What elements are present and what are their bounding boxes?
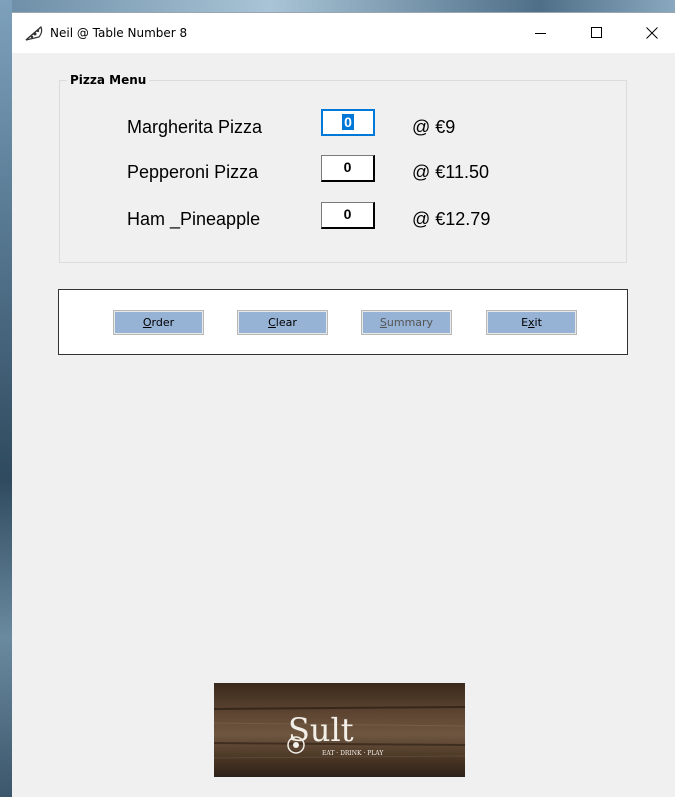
maximize-icon <box>591 27 602 38</box>
pepperoni-quantity-input[interactable]: 0 <box>321 155 375 182</box>
margherita-quantity-value: 0 <box>342 114 354 130</box>
desktop-background <box>0 0 675 12</box>
sult-logo: Sult EAT · DRINK · PLAY <box>214 683 465 777</box>
minimize-icon <box>535 33 546 34</box>
pepperoni-label: Pepperoni Pizza <box>127 162 259 182</box>
clear-label: lear <box>275 316 297 329</box>
button-panel: Order Clear Summary Exit <box>58 289 628 355</box>
pizza-menu-label: Pizza Menu <box>67 73 150 87</box>
title-bar[interactable]: Neil @ Table Number 8 <box>12 13 675 53</box>
pizza-slice-icon <box>24 24 44 42</box>
clear-button[interactable]: Clear <box>237 310 328 335</box>
logo-brand: Sult <box>288 711 354 749</box>
window-title: Neil @ Table Number 8 <box>50 26 188 40</box>
order-label: rder <box>151 316 175 329</box>
app-window: Neil @ Table Number 8 Pizza Menu Margher… <box>12 12 675 797</box>
clear-mnemonic: C <box>268 316 276 329</box>
ham-pineapple-quantity-input[interactable]: 0 <box>321 202 375 229</box>
order-button[interactable]: Order <box>113 310 204 335</box>
exit-prefix: E <box>521 316 529 329</box>
exit-button[interactable]: Exit <box>486 310 577 335</box>
minimize-button[interactable] <box>518 13 564 53</box>
pepperoni-price: @ €11.50 <box>412 162 489 182</box>
ham-pineapple-price: @ €12.79 <box>412 209 491 229</box>
close-icon <box>646 27 658 39</box>
summary-mnemonic: S <box>379 316 387 329</box>
ham-pineapple-label: Ham _Pineapple <box>127 209 261 229</box>
desktop-background-edge <box>0 0 12 797</box>
margherita-price: @ €9 <box>412 117 456 137</box>
order-mnemonic: O <box>142 316 152 329</box>
margherita-quantity-input[interactable]: 0 <box>321 109 375 136</box>
summary-label: ummary <box>386 316 434 329</box>
exit-label: it <box>534 316 542 329</box>
margherita-label: Margherita Pizza <box>127 117 263 137</box>
logo-tagline: EAT · DRINK · PLAY <box>322 750 384 757</box>
close-button[interactable] <box>629 13 675 53</box>
maximize-button[interactable] <box>574 13 620 53</box>
summary-button[interactable]: Summary <box>361 310 452 335</box>
